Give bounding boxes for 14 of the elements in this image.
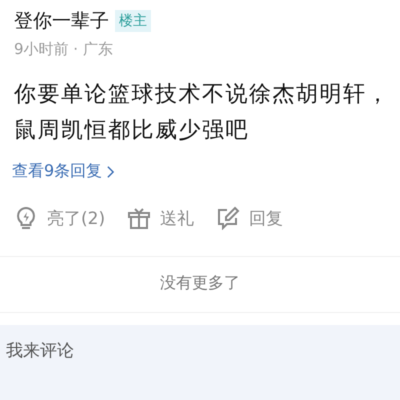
chevron-right-icon	[106, 164, 116, 178]
author-name[interactable]: 登你一辈子	[14, 8, 109, 34]
post-meta: 9小时前 · 广东	[13, 39, 114, 59]
lightbulb-icon	[14, 206, 38, 230]
view-replies-link[interactable]: 查看9条回复	[0, 149, 128, 182]
comment-text: 你要单论篮球技术不说徐杰胡明轩，鼠周凯恒都比威少强吧	[13, 81, 391, 145]
op-badge: 楼主	[115, 10, 151, 32]
comment-input[interactable]: 我来评论	[0, 325, 400, 400]
reply-button[interactable]: 回复	[216, 206, 284, 230]
edit-icon	[216, 206, 240, 230]
like-button[interactable]: 亮了(2)	[14, 206, 106, 230]
gift-icon	[127, 206, 152, 230]
gift-button[interactable]: 送礼	[127, 206, 194, 230]
end-note: 没有更多了	[159, 272, 241, 294]
